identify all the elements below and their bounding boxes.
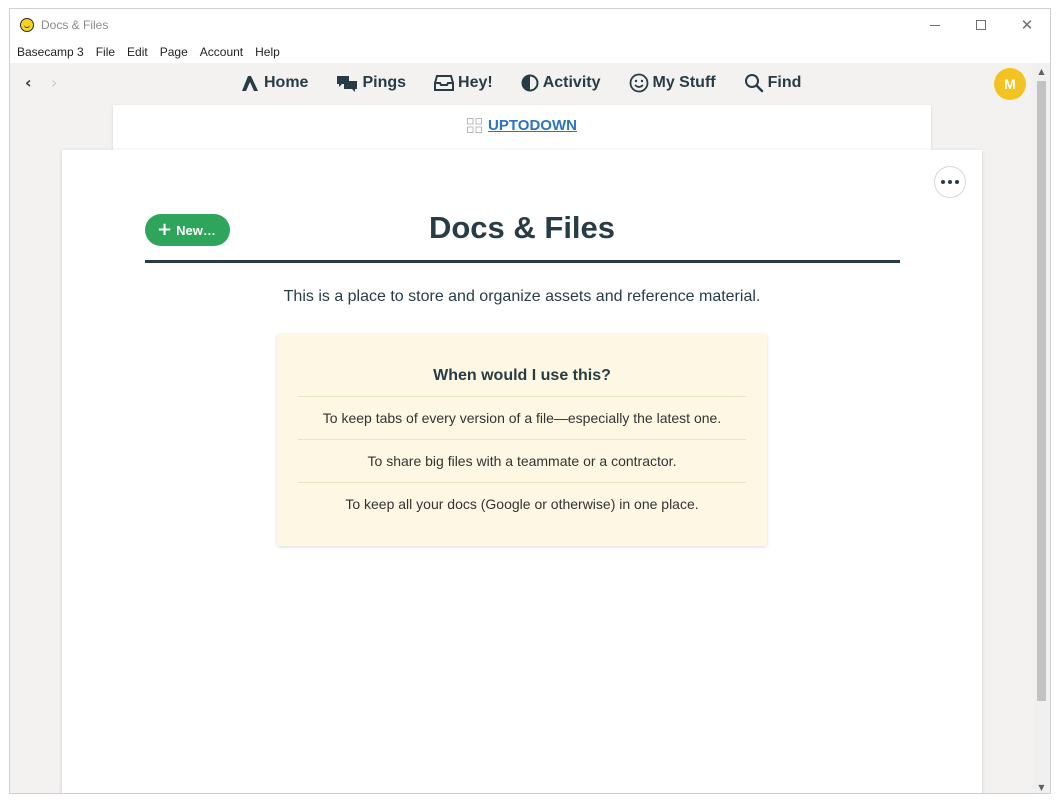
nav-find-label: Find [767, 74, 802, 91]
menu-basecamp[interactable]: Basecamp 3 [17, 45, 84, 59]
activity-icon [521, 74, 539, 92]
project-name-link[interactable]: UPTODOWN [488, 117, 577, 134]
main-nav: Home Pings Hey! Activity My Stuff Find [240, 63, 829, 103]
nav-pings-label: Pings [362, 74, 407, 91]
project-breadcrumb: UPTODOWN [113, 117, 931, 134]
title-divider [145, 260, 900, 263]
nav-home[interactable]: Home [240, 74, 308, 92]
scroll-down-arrow-icon[interactable]: ▼ [1033, 779, 1050, 793]
nav-bar: ‹ › Home Pings Hey! Activity My Stuff Fi… [10, 63, 1034, 103]
ellipsis-icon-dot [955, 180, 959, 184]
scroll-thumb[interactable] [1037, 81, 1046, 701]
app-window: Docs & Files ✕ Basecamp 3 File Edit Page… [9, 8, 1051, 794]
maximize-icon [976, 20, 986, 30]
nav-hey[interactable]: Hey! [434, 74, 493, 92]
help-title: When would I use this? [433, 367, 611, 384]
basecamp-logo-icon [20, 18, 34, 32]
user-avatar[interactable]: M [994, 68, 1026, 100]
title-bar: Docs & Files ✕ [10, 9, 1050, 41]
my-stuff-icon [629, 73, 648, 93]
menu-bar: Basecamp 3 File Edit Page Account Help [10, 41, 1050, 63]
forward-button[interactable]: › [51, 73, 57, 92]
ellipsis-icon-dot [941, 180, 945, 184]
maximize-button[interactable] [958, 13, 1004, 37]
nav-hey-label: Hey! [458, 74, 493, 91]
more-options-button[interactable] [934, 166, 966, 198]
help-box: When would I use this? To keep tabs of e… [277, 334, 767, 546]
page-description: This is a place to store and organize as… [283, 288, 761, 305]
close-button[interactable]: ✕ [1004, 13, 1050, 37]
window-title: Docs & Files [41, 18, 109, 32]
help-item: To keep all your docs (Google or otherwi… [298, 482, 746, 525]
nav-activity-label: Activity [542, 74, 601, 91]
page-title: Docs & Files [428, 210, 616, 245]
home-icon [242, 76, 258, 91]
scroll-up-arrow-icon[interactable]: ▲ [1033, 63, 1050, 79]
menu-edit[interactable]: Edit [127, 45, 148, 59]
nav-home-label: Home [264, 74, 309, 91]
nav-activity[interactable]: Activity [521, 74, 601, 92]
nav-pings[interactable]: Pings [336, 74, 406, 92]
hey-icon [434, 75, 455, 91]
nav-find[interactable]: Find [744, 73, 802, 93]
nav-my-stuff-label: My Stuff [652, 74, 716, 91]
help-item: To keep tabs of every version of a file—… [298, 396, 746, 439]
minimize-button[interactable] [912, 13, 958, 37]
help-item: To share big files with a teammate or a … [298, 439, 746, 482]
menu-page[interactable]: Page [160, 45, 188, 59]
close-icon: ✕ [1020, 16, 1034, 34]
nav-my-stuff[interactable]: My Stuff [629, 73, 716, 93]
pings-icon [337, 76, 358, 92]
menu-help[interactable]: Help [255, 45, 280, 59]
project-grid-icon [467, 118, 483, 133]
back-button[interactable]: ‹ [25, 73, 32, 92]
ellipsis-icon-dot [948, 180, 952, 184]
find-icon [744, 74, 763, 93]
docs-files-card: + New… Docs & Files This is a place to s… [62, 150, 982, 793]
vertical-scrollbar[interactable]: ▲ ▼ [1033, 63, 1050, 793]
menu-account[interactable]: Account [200, 45, 243, 59]
minimize-icon [930, 24, 940, 26]
menu-file[interactable]: File [96, 45, 115, 59]
